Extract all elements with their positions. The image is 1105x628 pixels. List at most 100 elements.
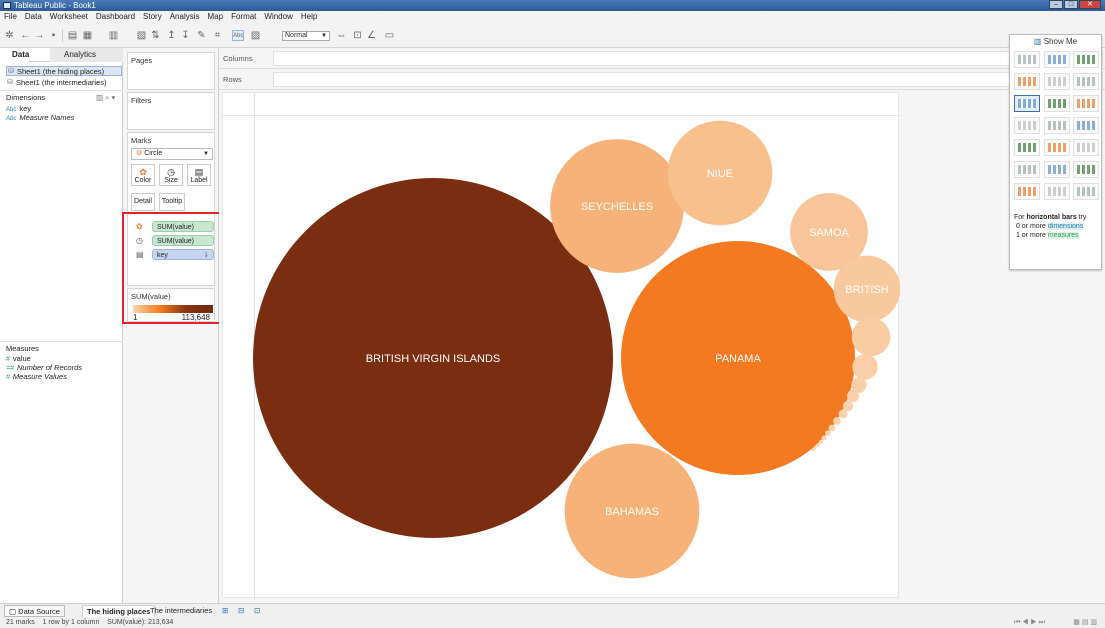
search-icon[interactable]: ▥ ⌕ ▾: [96, 93, 115, 103]
tooltip-button[interactable]: Tooltip: [159, 193, 185, 211]
hint-dimensions-link[interactable]: dimensions: [1047, 223, 1084, 230]
bubble-unlabeled-11[interactable]: [842, 400, 854, 412]
sort-ascending-icon[interactable]: ↥: [166, 30, 177, 41]
menu-file[interactable]: File: [4, 11, 17, 23]
data-source-tab[interactable]: ▢ Data Source: [4, 605, 65, 617]
filters-card[interactable]: Filters: [127, 92, 215, 130]
symbol-map-icon[interactable]: [1014, 73, 1040, 90]
data-source-hiding-places[interactable]: ⛁ Sheet1 (the hiding places): [6, 66, 122, 76]
sheet-nav-icons[interactable]: ⏮ ◀ ▶ ⏭: [1014, 617, 1045, 628]
menu-dashboard[interactable]: Dashboard: [96, 11, 135, 23]
tab-data[interactable]: Data: [0, 48, 30, 62]
bubble-unlabeled-15[interactable]: [825, 430, 831, 436]
new-dashboard-icon[interactable]: ⊟: [234, 605, 248, 617]
detail-button[interactable]: Detail: [131, 193, 155, 211]
new-worksheet-icon[interactable]: ▦: [82, 30, 93, 41]
size-button[interactable]: ◷ Size: [159, 164, 183, 186]
pill-size-sum-value[interactable]: SUM(value): [152, 235, 214, 246]
side-by-side-circles-icon[interactable]: [1073, 117, 1099, 134]
highlight-icon[interactable]: ✎: [196, 30, 207, 41]
menu-story[interactable]: Story: [143, 11, 162, 23]
menu-analysis[interactable]: Analysis: [170, 11, 200, 23]
view-mode-icons[interactable]: ▦ ▤ ▥: [1073, 617, 1097, 628]
area-discrete-icon[interactable]: [1044, 161, 1070, 178]
label-button[interactable]: ▤ Label: [187, 164, 211, 186]
bubble-unlabeled-13[interactable]: [833, 417, 841, 425]
show-me-header[interactable]: ▥ Show Me: [1010, 35, 1101, 48]
bubble-unlabeled-7[interactable]: [851, 317, 891, 357]
forward-arrow-icon[interactable]: →: [34, 30, 45, 41]
discrete-lines-icon[interactable]: [1044, 139, 1070, 156]
bubble-unlabeled-10[interactable]: [846, 389, 860, 403]
text-table-icon[interactable]: [1014, 51, 1040, 68]
bubble-unlabeled-16[interactable]: [821, 435, 827, 441]
menu-worksheet[interactable]: Worksheet: [50, 11, 88, 23]
fit-select[interactable]: Normal ▼: [282, 31, 330, 41]
stacked-bars-icon[interactable]: [1044, 95, 1070, 112]
box-whisker-icon[interactable]: [1073, 183, 1099, 200]
close-button[interactable]: ✕: [1079, 0, 1101, 9]
minimize-button[interactable]: –: [1049, 0, 1063, 9]
duplicate-sheet-icon[interactable]: ▥: [108, 30, 119, 41]
filled-map-icon[interactable]: [1044, 73, 1070, 90]
dual-lines-icon[interactable]: [1073, 139, 1099, 156]
highlight-table-icon[interactable]: [1073, 51, 1099, 68]
sort-descending-icon[interactable]: ↧: [180, 30, 191, 41]
dual-combination-icon[interactable]: [1073, 161, 1099, 178]
clear-sheet-icon[interactable]: ▧: [136, 30, 147, 41]
field-measure-names[interactable]: Abc Measure Names: [6, 113, 74, 124]
new-worksheet-icon[interactable]: ⊞: [218, 605, 232, 617]
bubble-unlabeled-8[interactable]: [852, 354, 878, 380]
menu-map[interactable]: Map: [208, 11, 224, 23]
circle-view-icon[interactable]: [1044, 117, 1070, 134]
fit-width-icon[interactable]: ⇔: [336, 30, 347, 41]
field-measure-values[interactable]: # Measure Values: [6, 372, 67, 382]
treemap-icon[interactable]: [1014, 117, 1040, 134]
menu-format[interactable]: Format: [231, 11, 256, 23]
data-source-intermediaries[interactable]: ⛁ Sheet1 (the intermediaries): [6, 78, 122, 88]
bubble-unlabeled-14[interactable]: [828, 424, 836, 432]
heat-map-icon[interactable]: [1044, 51, 1070, 68]
bubble-unlabeled-12[interactable]: [838, 409, 848, 419]
tableau-logo-icon[interactable]: ✲: [4, 30, 15, 41]
show-mark-labels-icon[interactable]: Abc: [232, 30, 244, 41]
group-icon[interactable]: ⌗: [212, 30, 223, 41]
tab-intermediaries[interactable]: The intermediaries: [146, 605, 216, 617]
rows-shelf[interactable]: Rows: [219, 69, 1105, 90]
pie-chart-icon[interactable]: [1073, 73, 1099, 90]
maximize-button[interactable]: □: [1064, 0, 1078, 9]
presentation-mode-icon[interactable]: ⊡: [352, 30, 363, 41]
new-story-icon[interactable]: ⊡: [250, 605, 264, 617]
bubble-unlabeled-18[interactable]: [816, 443, 820, 447]
scatter-plot-icon[interactable]: [1014, 183, 1040, 200]
pill-label-key[interactable]: key ⇂: [152, 249, 214, 260]
new-data-source-icon[interactable]: ▤: [67, 30, 78, 41]
back-arrow-icon[interactable]: ←: [20, 30, 31, 41]
rows-drop-area[interactable]: [273, 72, 1103, 87]
columns-shelf[interactable]: Columns: [219, 48, 1105, 69]
swap-rows-columns-icon[interactable]: ⇅: [150, 30, 161, 41]
horizontal-bars-icon[interactable]: [1014, 95, 1040, 112]
bubble-unlabeled-20[interactable]: [811, 448, 815, 452]
tab-hiding-places[interactable]: The hiding places: [82, 605, 156, 617]
hint-measures-link[interactable]: measures: [1047, 232, 1079, 239]
area-continuous-icon[interactable]: [1014, 161, 1040, 178]
menu-help[interactable]: Help: [301, 11, 317, 23]
fix-axes-icon[interactable]: ▨: [250, 30, 261, 41]
columns-drop-area[interactable]: [273, 51, 1103, 66]
histogram-icon[interactable]: [1044, 183, 1070, 200]
pages-card[interactable]: Pages: [127, 52, 215, 90]
continuous-lines-icon[interactable]: [1014, 139, 1040, 156]
color-button[interactable]: ✿ Color: [131, 164, 155, 186]
pen-icon[interactable]: ∠: [366, 30, 377, 41]
color-legend-card[interactable]: SUM(value) 1 113,648: [127, 288, 215, 322]
tooltip-icon[interactable]: ▭: [384, 30, 395, 41]
pill-color-sum-value[interactable]: SUM(value): [152, 221, 214, 232]
bubble-unlabeled-17[interactable]: [818, 439, 824, 445]
tab-analytics[interactable]: Analytics: [50, 48, 123, 62]
menu-window[interactable]: Window: [264, 11, 292, 23]
save-icon[interactable]: ▪: [48, 30, 59, 41]
side-by-side-bars-icon[interactable]: [1073, 95, 1099, 112]
menu-data[interactable]: Data: [25, 11, 42, 23]
mark-type-select[interactable]: ⚙ Circle ▼: [131, 148, 213, 160]
